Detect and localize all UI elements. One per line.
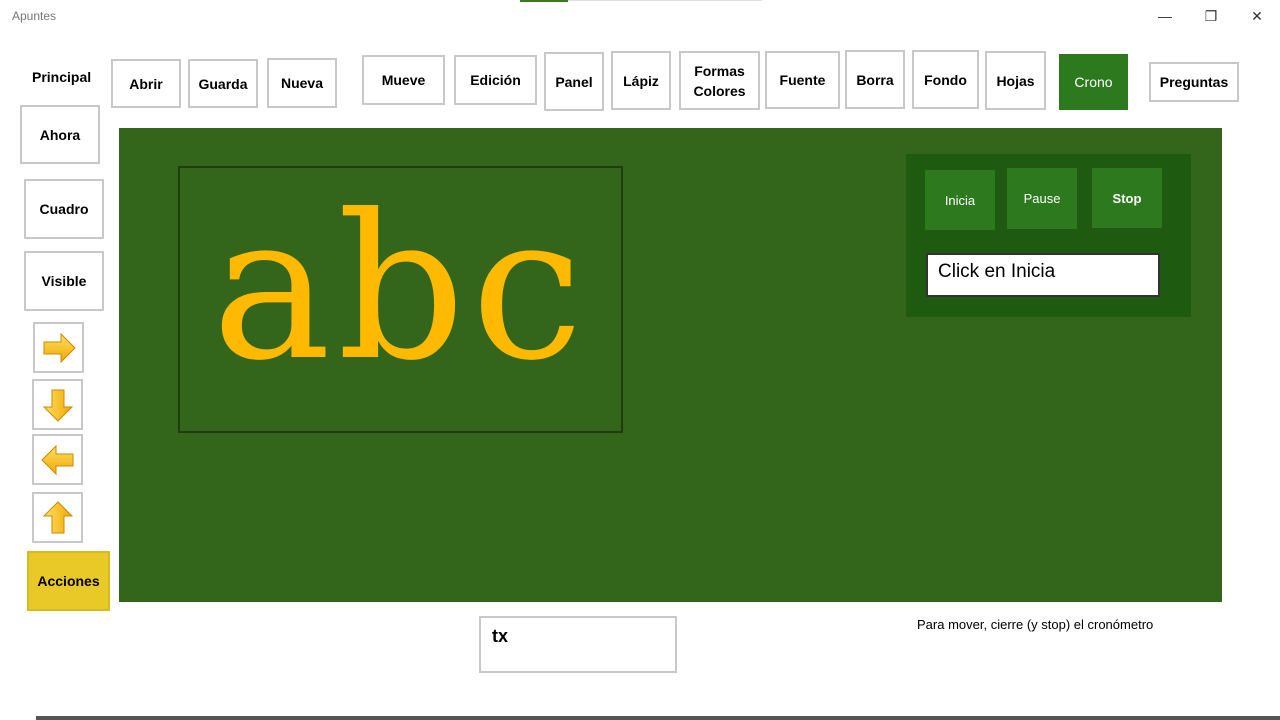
mueve-button[interactable]: Mueve: [362, 55, 445, 105]
ahora-button[interactable]: Ahora: [20, 105, 100, 164]
crono-button[interactable]: Crono: [1059, 54, 1128, 110]
move-left-button[interactable]: [32, 434, 83, 485]
stop-button[interactable]: Stop: [1092, 168, 1162, 228]
move-hint-text: Para mover, cierre (y stop) el cronómetr…: [917, 617, 1154, 632]
move-up-button[interactable]: [32, 492, 83, 543]
borra-button[interactable]: Borra: [845, 50, 905, 109]
close-button[interactable]: ✕: [1234, 0, 1280, 32]
nueva-button[interactable]: Nueva: [267, 58, 337, 108]
move-right-button[interactable]: [33, 322, 84, 373]
crono-display: Click en Inicia: [926, 253, 1160, 297]
guarda-button[interactable]: Guarda: [188, 59, 258, 108]
inicia-button[interactable]: Inicia: [925, 170, 995, 230]
lapiz-button[interactable]: Lápiz: [611, 51, 671, 110]
arrow-down-icon: [42, 389, 73, 422]
board-text: abc: [211, 171, 590, 405]
visible-button[interactable]: Visible: [24, 251, 104, 311]
preguntas-button[interactable]: Preguntas: [1149, 62, 1239, 102]
colores-label: Colores: [693, 82, 746, 99]
hojas-button[interactable]: Hojas: [985, 51, 1046, 110]
arrow-up-icon: [42, 500, 73, 533]
formas-label: Formas: [694, 62, 745, 79]
panel-button[interactable]: Panel: [544, 52, 604, 111]
restore-button[interactable]: ❐: [1188, 0, 1234, 32]
fuente-button[interactable]: Fuente: [765, 51, 840, 109]
tx-input[interactable]: tx: [479, 616, 677, 673]
acciones-button[interactable]: Acciones: [27, 551, 110, 611]
principal-label: Principal: [32, 69, 92, 85]
top-accent-line: [568, 0, 762, 1]
edicion-button[interactable]: Edición: [454, 55, 537, 105]
bottom-bar: [36, 716, 1280, 720]
move-down-button[interactable]: [32, 379, 83, 430]
fondo-button[interactable]: Fondo: [912, 50, 979, 109]
minimize-button[interactable]: —: [1142, 0, 1188, 32]
top-accent-bar: [520, 0, 568, 2]
arrow-right-icon: [43, 332, 76, 363]
board-text-box[interactable]: abc: [178, 166, 623, 433]
formas-colores-button[interactable]: Formas Colores: [679, 51, 760, 110]
window-title: Apuntes: [12, 9, 57, 23]
abrir-button[interactable]: Abrir: [111, 59, 181, 108]
crono-panel: Inicia Pause Stop Click en Inicia: [906, 154, 1191, 317]
arrow-left-icon: [40, 444, 73, 475]
cuadro-button[interactable]: Cuadro: [24, 179, 104, 239]
pause-button[interactable]: Pause: [1007, 168, 1077, 229]
